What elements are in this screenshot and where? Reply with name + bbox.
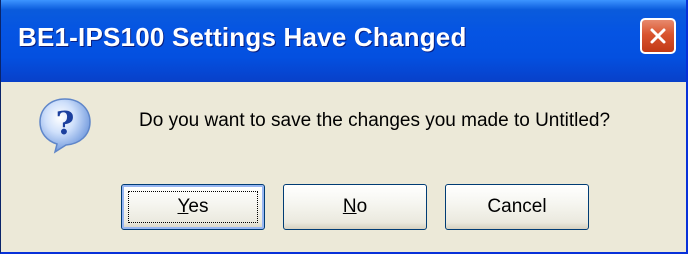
cancel-button[interactable]: Cancel	[445, 184, 589, 230]
svg-text:?: ?	[56, 104, 75, 142]
dialog-message: Do you want to save the changes you made…	[139, 110, 611, 131]
window-title: BE1-IPS100 Settings Have Changed	[18, 22, 467, 52]
no-accelerator: N	[342, 196, 357, 217]
close-button[interactable]	[640, 18, 676, 54]
no-label-rest: o	[356, 196, 368, 217]
dialog-body: ? Do you want to save the changes you ma…	[1, 82, 686, 252]
yes-label-rest: es	[188, 196, 209, 217]
close-icon	[648, 26, 668, 46]
no-button[interactable]: No	[283, 184, 427, 230]
yes-accelerator: Y	[177, 196, 189, 217]
title-bar[interactable]: BE1-IPS100 Settings Have Changed	[1, 0, 686, 82]
save-changes-dialog: BE1-IPS100 Settings Have Changed ? Do yo…	[0, 0, 688, 254]
cancel-button-label: Cancel	[487, 196, 547, 217]
yes-button-label: Yes	[177, 196, 208, 218]
question-icon: ?	[35, 94, 95, 154]
yes-button[interactable]: Yes	[121, 184, 265, 230]
no-button-label: No	[343, 196, 367, 218]
